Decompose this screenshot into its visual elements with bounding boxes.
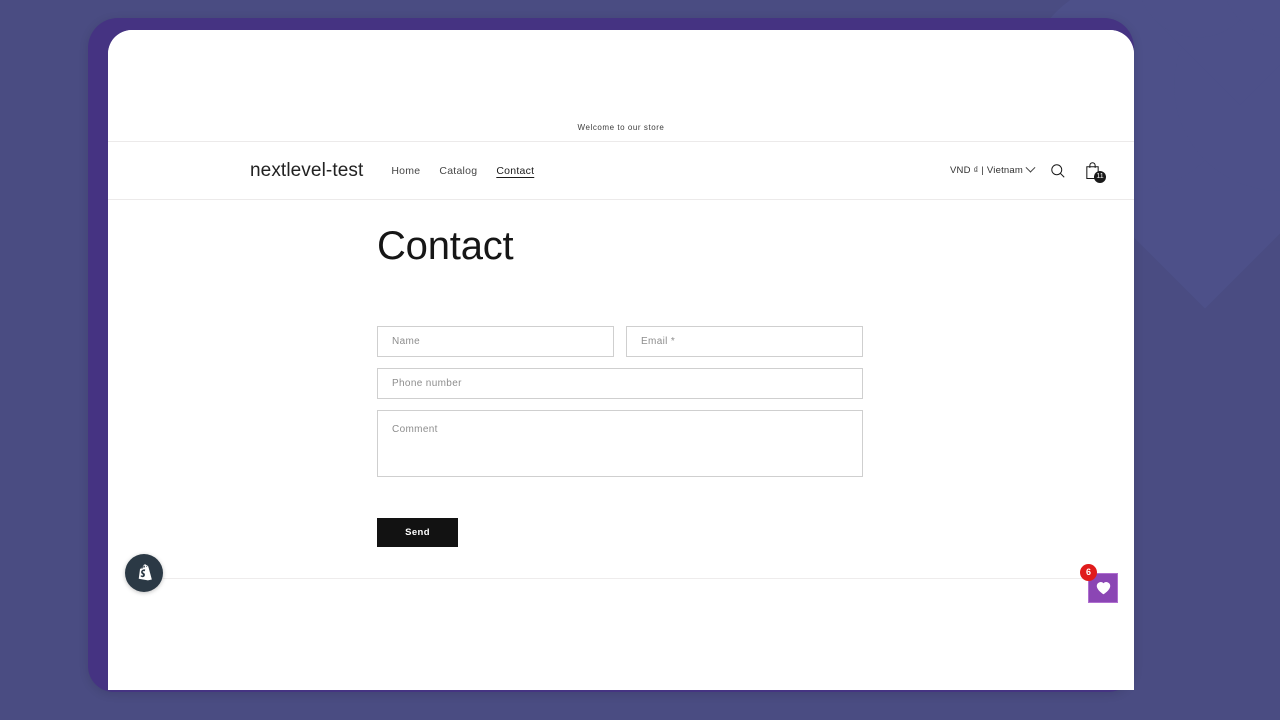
announcement-bar: Welcome to our store bbox=[108, 113, 1134, 142]
comment-textarea[interactable] bbox=[377, 410, 863, 477]
storefront-page: Welcome to our store nextlevel-test Home… bbox=[108, 30, 1134, 690]
locale-selector[interactable]: VND ₫ | Vietnam bbox=[950, 162, 1036, 176]
field-name bbox=[377, 326, 614, 357]
shopify-chat-bubble[interactable] bbox=[125, 554, 163, 592]
form-row-phone bbox=[377, 368, 863, 399]
locale-label: VND ₫ | Vietnam bbox=[950, 165, 1023, 176]
field-phone bbox=[377, 368, 863, 399]
chevron-down-icon bbox=[1025, 162, 1036, 173]
page-title: Contact bbox=[377, 224, 514, 268]
email-input[interactable] bbox=[626, 326, 863, 357]
footer-divider bbox=[140, 578, 1102, 579]
nav-link-home[interactable]: Home bbox=[391, 165, 420, 177]
cart-count-badge: 11 bbox=[1094, 170, 1106, 183]
nav-link-contact[interactable]: Contact bbox=[496, 165, 534, 177]
search-button[interactable] bbox=[1048, 160, 1068, 182]
name-input[interactable] bbox=[377, 326, 614, 357]
cart-button[interactable]: 11 bbox=[1082, 160, 1106, 183]
header-actions: VND ₫ | Vietnam 11 bbox=[950, 160, 1106, 183]
page-top-spacer bbox=[108, 30, 1134, 113]
heart-icon bbox=[1096, 582, 1110, 595]
search-icon bbox=[1051, 163, 1065, 178]
field-email bbox=[626, 326, 863, 357]
main-navigation: Home Catalog Contact bbox=[391, 165, 534, 177]
contact-form: Send bbox=[377, 326, 863, 547]
store-logo[interactable]: nextlevel-test bbox=[250, 160, 363, 182]
form-row-name-email bbox=[377, 326, 863, 357]
desktop-background: Welcome to our store nextlevel-test Home… bbox=[0, 0, 1280, 720]
form-row-comment bbox=[377, 410, 863, 482]
browser-viewport: Welcome to our store nextlevel-test Home… bbox=[108, 30, 1134, 690]
wishlist-count-badge: 6 bbox=[1080, 564, 1097, 581]
send-button[interactable]: Send bbox=[377, 518, 458, 547]
field-comment bbox=[377, 410, 863, 482]
announcement-text: Welcome to our store bbox=[577, 122, 665, 132]
site-header: nextlevel-test Home Catalog Contact VND … bbox=[108, 142, 1134, 200]
main-content: Contact Name Email * Phone number Commen… bbox=[108, 200, 1134, 630]
shopify-bag-icon bbox=[138, 563, 152, 580]
wishlist-widget[interactable]: 6 bbox=[1080, 564, 1118, 603]
nav-link-catalog[interactable]: Catalog bbox=[439, 165, 477, 177]
phone-input[interactable] bbox=[377, 368, 863, 399]
